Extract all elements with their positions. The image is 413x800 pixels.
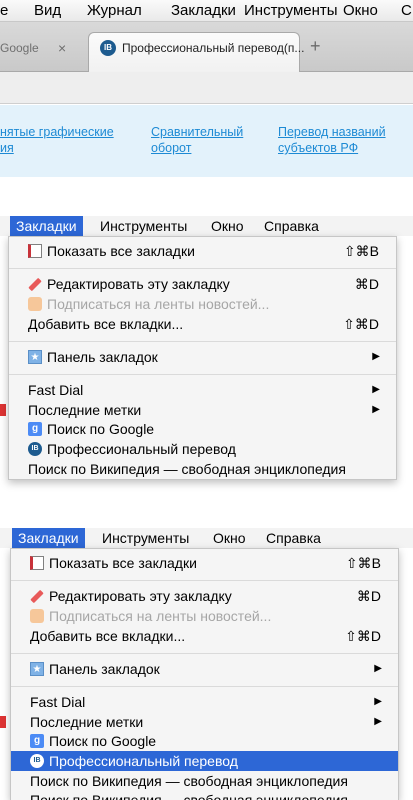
menu-window[interactable]: Окно bbox=[207, 528, 252, 548]
menu-bar: Закладки Инструменты Окно Справка bbox=[0, 528, 413, 548]
menu-item-fast-dial[interactable]: Fast Dial ▶ bbox=[11, 692, 398, 712]
rss-icon bbox=[28, 297, 42, 311]
menu-bookmarks[interactable]: Закладки bbox=[171, 2, 236, 20]
menu-window[interactable]: Окно bbox=[205, 216, 250, 236]
menu-help[interactable]: Справка bbox=[260, 528, 327, 548]
submenu-arrow-icon: ▶ bbox=[372, 384, 380, 395]
menu-window[interactable]: Окно bbox=[343, 2, 378, 20]
new-tab-icon[interactable]: + bbox=[310, 36, 321, 57]
menu-separator bbox=[9, 374, 396, 375]
menu-bar: Закладки Инструменты Окно Справка bbox=[0, 216, 413, 236]
menu-item-show-all-bookmarks[interactable]: Показать все закладки ⇧⌘B bbox=[11, 553, 398, 573]
submenu-arrow-icon: ▶ bbox=[372, 404, 380, 415]
bookmarks-dropdown: Показать все закладки ⇧⌘B Редактировать … bbox=[10, 548, 399, 800]
submenu-arrow-icon: ▶ bbox=[374, 696, 382, 707]
menu-item-bookmarks-bar[interactable]: ★ Панель закладок ▶ bbox=[11, 659, 398, 679]
bookmarks-book-icon bbox=[28, 244, 42, 258]
menu-separator bbox=[9, 341, 396, 342]
menu-item-recent-tags[interactable]: Последние метки ▶ bbox=[11, 712, 398, 732]
menu-item-google-search[interactable]: g Поиск по Google bbox=[9, 419, 396, 439]
tab-strip: Google × IB Профессиональный перевод(п..… bbox=[0, 22, 413, 73]
submenu-arrow-icon: ▶ bbox=[372, 351, 380, 362]
close-tab-icon[interactable]: × bbox=[58, 40, 66, 56]
submenu-arrow-icon: ▶ bbox=[374, 663, 382, 674]
menu-tools[interactable]: Инструменты bbox=[96, 528, 195, 548]
menu-help-partial[interactable]: С bbox=[401, 2, 412, 20]
link-graphic-abbreviations[interactable]: нятые графические ия bbox=[0, 124, 114, 156]
system-menu-bar: е Вид Журнал Закладки Инструменты Окно С bbox=[0, 0, 413, 22]
menu-separator bbox=[11, 653, 398, 654]
menu-separator bbox=[11, 580, 398, 581]
menu-item-fast-dial[interactable]: Fast Dial ▶ bbox=[9, 380, 396, 400]
menu-item-edit-bookmark[interactable]: Редактировать эту закладку ⌘D bbox=[9, 274, 396, 294]
pencil-icon bbox=[28, 277, 42, 292]
menu-item-recent-tags[interactable]: Последние метки ▶ bbox=[9, 400, 396, 420]
menu-tools[interactable]: Инструменты bbox=[94, 216, 193, 236]
menu-separator bbox=[11, 686, 398, 687]
star-icon: ★ bbox=[30, 662, 44, 676]
rss-icon bbox=[30, 609, 44, 623]
link-region-names[interactable]: Перевод названий субъектов РФ bbox=[278, 124, 386, 156]
menu-help[interactable]: Справка bbox=[258, 216, 325, 236]
tab-google[interactable]: Google × bbox=[0, 32, 85, 64]
page-red-mark bbox=[0, 404, 6, 416]
submenu-arrow-icon: ▶ bbox=[374, 716, 382, 727]
link-comparative-phrase[interactable]: Сравнительный оборот bbox=[151, 124, 243, 156]
menu-item-subscribe-feeds: Подписаться на ленты новостей... bbox=[11, 606, 398, 626]
menu-item-professional-translation-highlighted[interactable]: IB Профессиональный перевод bbox=[11, 751, 398, 771]
menu-item-wikipedia-search-duplicate[interactable]: Поиск по Википедия — свободная энциклопе… bbox=[11, 790, 398, 800]
menu-item-google-search[interactable]: g Поиск по Google bbox=[11, 731, 398, 751]
menu-tools[interactable]: Инструменты bbox=[244, 2, 338, 20]
ib-favicon-icon: IB bbox=[100, 40, 116, 56]
menu-item-edit-bookmark[interactable]: Редактировать эту закладку ⌘D bbox=[11, 586, 398, 606]
pencil-icon bbox=[30, 589, 44, 604]
ib-logo-icon: IB bbox=[30, 754, 44, 768]
menu-item-bookmarks-bar[interactable]: ★ Панель закладок ▶ bbox=[9, 347, 396, 367]
menu-item-professional-translation[interactable]: IB Профессиональный перевод bbox=[9, 439, 396, 459]
google-icon: g bbox=[30, 734, 44, 748]
ib-logo-icon: IB bbox=[28, 442, 42, 456]
menu-item-show-all-bookmarks[interactable]: Показать все закладки ⇧⌘B bbox=[9, 241, 396, 261]
menu-view[interactable]: Вид bbox=[34, 2, 61, 20]
menu-item-subscribe-feeds: Подписаться на ленты новостей... bbox=[9, 294, 396, 314]
menu-item-wikipedia-search[interactable]: Поиск по Википедия — свободная энциклопе… bbox=[9, 459, 396, 479]
star-icon: ★ bbox=[28, 350, 42, 364]
page-red-mark bbox=[0, 716, 6, 728]
bookmarks-book-icon bbox=[30, 556, 44, 570]
menu-item-add-all-tabs[interactable]: Добавить все вкладки... ⇧⌘D bbox=[9, 314, 396, 334]
bookmarks-dropdown: Показать все закладки ⇧⌘B Редактировать … bbox=[8, 236, 397, 480]
menu-bookmarks[interactable]: Закладки bbox=[10, 216, 83, 236]
menu-edit-partial[interactable]: е bbox=[0, 2, 8, 20]
toolbar-strip bbox=[0, 72, 413, 104]
menu-bookmarks[interactable]: Закладки bbox=[12, 528, 85, 548]
page-content-links: нятые графические ия Сравнительный оборот … bbox=[0, 105, 413, 177]
menu-history[interactable]: Журнал bbox=[87, 2, 142, 20]
tab-active-title: Профессиональный перевод(п... bbox=[122, 41, 305, 55]
menu-item-wikipedia-search[interactable]: Поиск по Википедия — свободная энциклопе… bbox=[11, 771, 398, 791]
menu-item-add-all-tabs[interactable]: Добавить все вкладки... ⇧⌘D bbox=[11, 626, 398, 646]
tab-google-title: Google bbox=[0, 41, 39, 55]
menu-separator bbox=[9, 268, 396, 269]
tab-professional-translation[interactable]: IB Профессиональный перевод(п... bbox=[88, 32, 304, 73]
google-icon: g bbox=[28, 422, 42, 436]
